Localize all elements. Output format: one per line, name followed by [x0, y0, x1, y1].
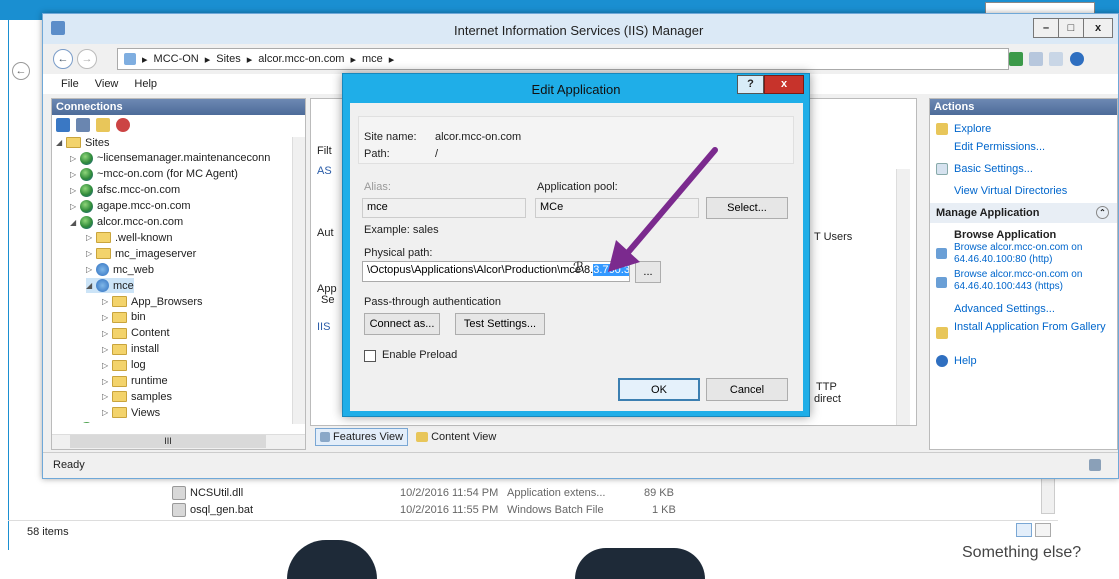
annotation-arrow: [608, 147, 718, 272]
arrow-shaft: [622, 147, 718, 259]
